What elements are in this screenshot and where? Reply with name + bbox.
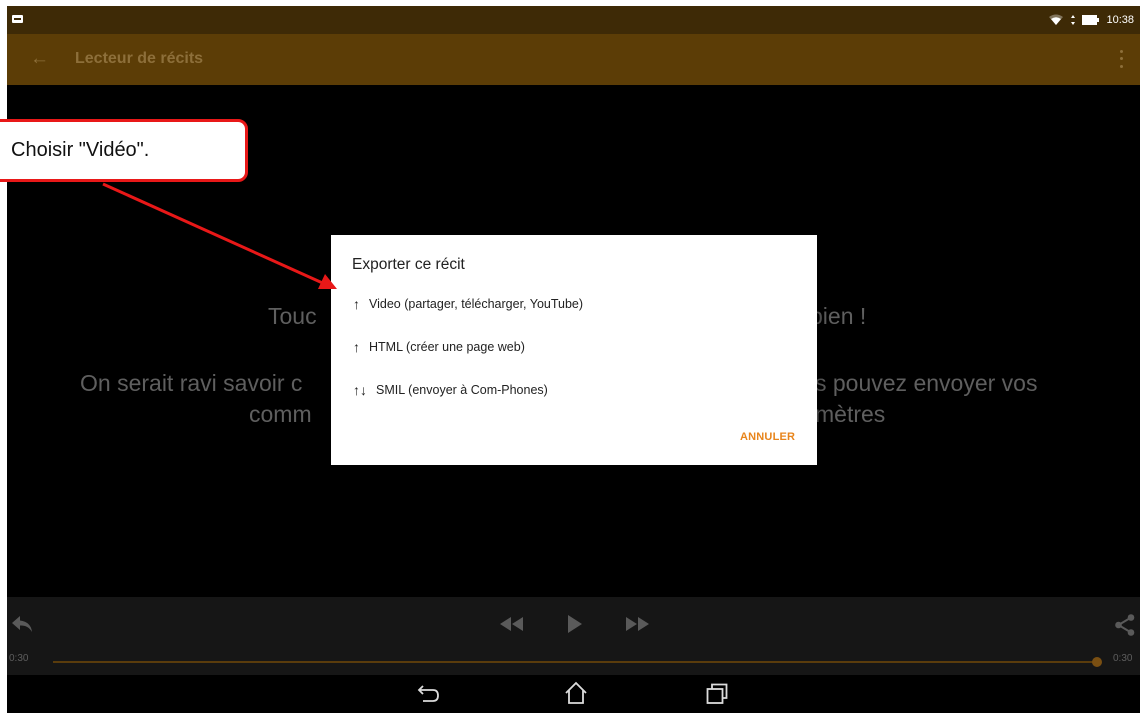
play-icon[interactable] (568, 615, 582, 638)
app-bar: ← Lecteur de récits (7, 34, 1140, 85)
reply-icon[interactable] (11, 615, 33, 638)
option-smil-label: SMIL (envoyer à Com-Phones) (376, 383, 548, 397)
story-text-line3-left: comm (249, 401, 312, 427)
story-text-line2-left: On serait ravi savoir c (80, 370, 303, 396)
back-arrow-icon[interactable]: ← (30, 48, 52, 70)
story-text-line1-right: bien ! (810, 303, 867, 329)
upload-arrow-icon: ↑ (353, 339, 360, 355)
fast-forward-icon[interactable] (626, 617, 650, 636)
clock: 10:38 (1106, 14, 1134, 26)
app-title: Lecteur de récits (75, 50, 204, 67)
overflow-menu-icon[interactable] (1118, 48, 1124, 70)
option-video-label: Video (partager, télécharger, YouTube) (369, 297, 584, 311)
dialog-title: Exporter ce récit (352, 256, 465, 273)
story-text-line2-right: s pouvez envoyer vos (815, 370, 1038, 396)
upload-arrow-icon: ↑ (353, 296, 360, 312)
nav-recents-icon[interactable] (706, 683, 728, 710)
nav-home-icon[interactable] (564, 681, 588, 710)
battery-icon (1082, 14, 1100, 26)
image-notification-icon (12, 15, 23, 23)
status-bar: 10:38 (7, 6, 1140, 34)
export-dialog: Exporter ce récit ↑ Video (partager, tél… (331, 235, 817, 465)
option-video[interactable]: ↑ Video (partager, télécharger, YouTube) (353, 296, 583, 312)
progress-track[interactable] (53, 661, 1096, 663)
story-text-line3-right: mètres (815, 401, 886, 427)
option-html[interactable]: ↑ HTML (créer une page web) (353, 339, 525, 355)
elapsed-time: 0:30 (9, 653, 29, 664)
system-nav-bar (7, 675, 1140, 713)
share-icon[interactable] (1115, 614, 1135, 641)
option-smil[interactable]: ↑↓ SMIL (envoyer à Com-Phones) (353, 382, 548, 398)
story-text-line1-left: Touc (268, 303, 317, 329)
data-transfer-icon (1070, 14, 1076, 26)
player-controls: 0:30 0:30 (7, 597, 1140, 675)
total-time: 0:30 (1113, 653, 1133, 664)
option-html-label: HTML (créer une page web) (369, 340, 525, 354)
rewind-icon[interactable] (500, 617, 524, 636)
cancel-button[interactable]: ANNULER (740, 431, 795, 443)
up-down-arrows-icon: ↑↓ (353, 382, 367, 398)
progress-thumb[interactable] (1092, 657, 1102, 667)
status-indicators: 10:38 (1048, 10, 1134, 30)
callout-text: Choisir "Vidéo". (11, 139, 150, 161)
annotation-callout: Choisir "Vidéo". (0, 119, 248, 182)
nav-back-icon[interactable] (417, 684, 441, 709)
wifi-icon (1048, 14, 1064, 26)
